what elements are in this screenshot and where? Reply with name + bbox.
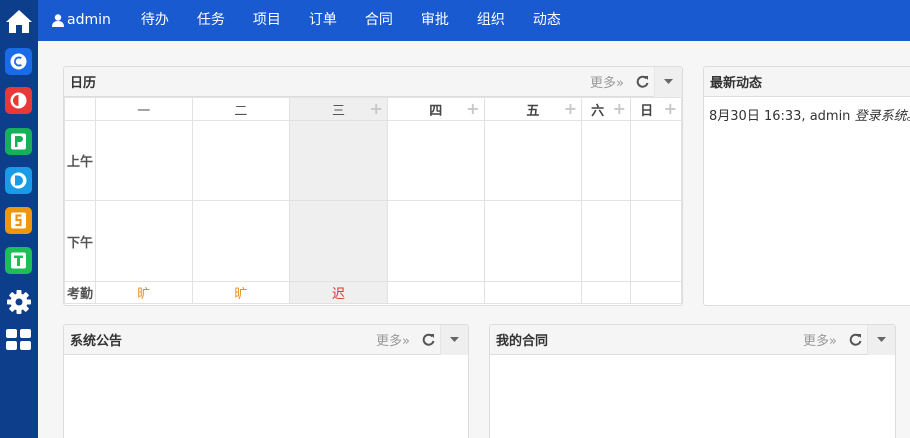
calendar-dropdown-button[interactable] [654, 67, 682, 97]
home-icon[interactable] [5, 8, 33, 34]
notice-title: 系统公告 [70, 334, 123, 349]
calendar-cell[interactable] [289, 120, 388, 201]
nav-approval[interactable]: 审批 [407, 0, 463, 41]
nav-todo[interactable]: 待办 [127, 0, 183, 41]
activity-item: 8月30日 16:33, admin 登录系统。 [704, 97, 910, 132]
caret-down-icon [664, 78, 673, 84]
day-header-sat: 六 + [581, 97, 632, 121]
refresh-icon [636, 75, 648, 88]
calendar-cell[interactable] [630, 200, 682, 282]
caret-down-icon [877, 336, 886, 342]
day-header-fri: 五 + [483, 97, 583, 121]
activity-panel: 最新动态 8月30日 16:33, admin 登录系统。 [703, 66, 910, 306]
gear-icon[interactable] [6, 289, 32, 315]
activity-user[interactable]: admin [810, 109, 851, 124]
attendance-thu [386, 281, 485, 304]
day-header-mon: 一 [94, 97, 193, 121]
attendance-mon[interactable]: 旷 [94, 281, 193, 304]
calendar-cell[interactable] [581, 120, 632, 201]
calendar-cell[interactable] [386, 200, 485, 282]
calendar-cell[interactable] [581, 200, 632, 282]
add-event-icon[interactable]: + [664, 101, 677, 117]
attendance-sun [630, 281, 682, 304]
attendance-wed[interactable]: 迟 [289, 281, 388, 304]
day-header-tue: 二 [191, 97, 291, 121]
activity-header: 最新动态 [704, 67, 910, 97]
attendance-fri [483, 281, 583, 304]
contracts-panel: 我的合同 更多» [489, 324, 896, 438]
contracts-header: 我的合同 更多» [490, 325, 895, 355]
add-event-icon[interactable]: + [466, 101, 479, 117]
add-event-icon[interactable]: + [613, 101, 626, 117]
calendar-cell[interactable] [630, 120, 682, 201]
caret-down-icon [450, 336, 459, 342]
attendance-tue[interactable]: 旷 [191, 281, 291, 304]
nav-tasks[interactable]: 任务 [183, 0, 239, 41]
app-p-icon[interactable] [5, 128, 32, 155]
calendar-refresh-button[interactable] [630, 67, 654, 97]
calendar-cell[interactable] [289, 200, 388, 282]
day-header-sun: 日 + [630, 97, 682, 121]
nav-contracts[interactable]: 合同 [351, 0, 407, 41]
activity-end: 。 [907, 109, 910, 124]
activity-title: 最新动态 [710, 76, 763, 91]
contracts-refresh-button[interactable] [843, 325, 867, 355]
calendar-cell[interactable] [94, 200, 193, 282]
apps-grid-icon[interactable] [5, 328, 33, 352]
user-icon [52, 14, 64, 27]
notice-refresh-button[interactable] [416, 325, 440, 355]
nav-orders[interactable]: 订单 [295, 0, 351, 41]
app-d-icon[interactable] [5, 167, 32, 194]
calendar-cell[interactable] [191, 120, 291, 201]
nav-projects[interactable]: 项目 [239, 0, 295, 41]
add-event-icon[interactable]: + [369, 101, 382, 117]
row-label-attendance: 考勤 [64, 281, 96, 304]
app-t-icon[interactable] [5, 247, 32, 274]
app-c-icon[interactable] [5, 48, 32, 75]
contracts-dropdown-button[interactable] [867, 325, 895, 355]
calendar-title: 日历 [70, 76, 97, 91]
refresh-icon [422, 333, 434, 346]
day-header-thu: 四 + [386, 97, 485, 121]
calendar-cell[interactable] [191, 200, 291, 282]
calendar-cell[interactable] [386, 120, 485, 201]
calendar-grid: 一 二 三 + 四 + 五 + 六 + 日 + 上午 下午 考勤 旷 旷 迟 [64, 97, 682, 304]
row-label-afternoon: 下午 [64, 200, 96, 282]
notice-panel: 系统公告 更多» [63, 324, 469, 438]
add-event-icon[interactable]: + [564, 101, 577, 117]
contracts-more-link[interactable]: 更多» [797, 330, 843, 349]
notice-header: 系统公告 更多» [64, 325, 468, 355]
app-s-icon[interactable] [5, 207, 32, 234]
corner-cell [64, 97, 96, 121]
nav-activity[interactable]: 动态 [519, 0, 575, 41]
app-o-icon[interactable] [5, 87, 32, 114]
calendar-cell[interactable] [483, 200, 583, 282]
refresh-icon [849, 333, 861, 346]
attendance-sat [581, 281, 632, 304]
calendar-cell[interactable] [94, 120, 193, 201]
calendar-cell[interactable] [483, 120, 583, 201]
contracts-title: 我的合同 [496, 334, 549, 349]
top-nav: admin 待办 任务 项目 订单 合同 审批 组织 动态 [38, 0, 910, 41]
activity-action[interactable]: 登录系统 [855, 109, 907, 124]
app-sidebar [0, 0, 38, 438]
calendar-header: 日历 更多» [64, 67, 682, 97]
activity-time: 8月30日 16:33, [709, 109, 806, 124]
nav-organization[interactable]: 组织 [463, 0, 519, 41]
notice-dropdown-button[interactable] [440, 325, 468, 355]
day-header-wed: 三 + [289, 97, 388, 121]
notice-more-link[interactable]: 更多» [370, 330, 416, 349]
calendar-panel: 日历 更多» 一 二 三 + 四 + 五 + 六 + 日 + 上午 下午 考勤 … [63, 66, 683, 306]
user-name: admin [67, 12, 111, 28]
calendar-more-link[interactable]: 更多» [584, 72, 630, 91]
user-menu[interactable]: admin [38, 0, 127, 41]
row-label-morning: 上午 [64, 120, 96, 201]
